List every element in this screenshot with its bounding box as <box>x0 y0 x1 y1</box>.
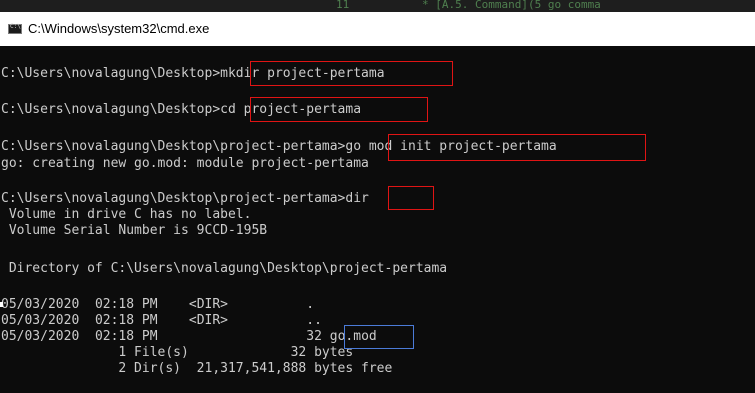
console-output-directory-of: Directory of C:\Users\novalagung\Desktop… <box>1 261 448 276</box>
dir-entry-row: 05/03/2020 02:18 PM <DIR> . <box>1 297 314 313</box>
crop-edge-mark <box>0 302 3 307</box>
entry-size: 32 <box>306 329 322 344</box>
highlight-gomod-file <box>344 325 414 349</box>
dir-entry-row: 05/03/2020 02:18 PM 32 go.mod <box>1 329 377 345</box>
console-output-dir-summary: 2 Dir(s) 21,317,541,888 bytes free <box>1 361 393 376</box>
cmd-app-icon[interactable] <box>8 23 22 34</box>
highlight-gomod-command <box>388 134 646 161</box>
cmd-window: 11 * [A.5. Command](5 go comma C:\Window… <box>0 0 755 393</box>
highlight-dir-command <box>388 186 434 210</box>
entry-time: 02:18 PM <box>94 297 158 312</box>
console-output[interactable]: C:\Users\novalagung\Desktop>mkdir projec… <box>0 46 755 393</box>
console-output-gomod: go: creating new go.mod: module project-… <box>1 156 369 171</box>
entry-date: 05/03/2020 <box>1 313 80 328</box>
window-title: C:\Windows\system32\cmd.exe <box>28 21 210 36</box>
background-editor-strip: 11 * [A.5. Command](5 go comma <box>0 0 755 12</box>
prompt-text: C:\Users\novalagung\Desktop> <box>1 102 221 117</box>
command-text: dir <box>345 191 369 206</box>
console-output-volume-label: Volume in drive C has no label. <box>1 207 252 222</box>
console-output-volume-serial: Volume Serial Number is 9CCD-195B <box>1 223 268 238</box>
console-output-file-summary: 1 File(s) 32 bytes <box>1 345 354 360</box>
entry-name: . <box>306 297 315 312</box>
title-bar[interactable]: C:\Windows\system32\cmd.exe <box>0 12 755 46</box>
entry-time: 02:18 PM <box>94 329 158 344</box>
entry-type: <DIR> <box>188 313 229 328</box>
entry-type: <DIR> <box>188 297 229 312</box>
prompt-text: C:\Users\novalagung\Desktop\project-pert… <box>1 139 346 154</box>
entry-date: 05/03/2020 <box>1 297 80 312</box>
highlight-cd-command <box>250 97 428 122</box>
dir-entry-row: 05/03/2020 02:18 PM <DIR> .. <box>1 313 322 329</box>
prompt-text: C:\Users\novalagung\Desktop\project-pert… <box>1 191 346 206</box>
highlight-mkdir-command <box>250 61 453 86</box>
entry-date: 05/03/2020 <box>1 329 80 344</box>
console-line-dir: C:\Users\novalagung\Desktop\project-pert… <box>1 191 369 207</box>
entry-name: .. <box>306 313 322 328</box>
editor-code-snippet: * [A.5. Command](5 go comma <box>422 0 601 11</box>
prompt-text: C:\Users\novalagung\Desktop> <box>1 66 221 81</box>
entry-time: 02:18 PM <box>94 313 158 328</box>
editor-line-number: 11 <box>336 0 350 11</box>
